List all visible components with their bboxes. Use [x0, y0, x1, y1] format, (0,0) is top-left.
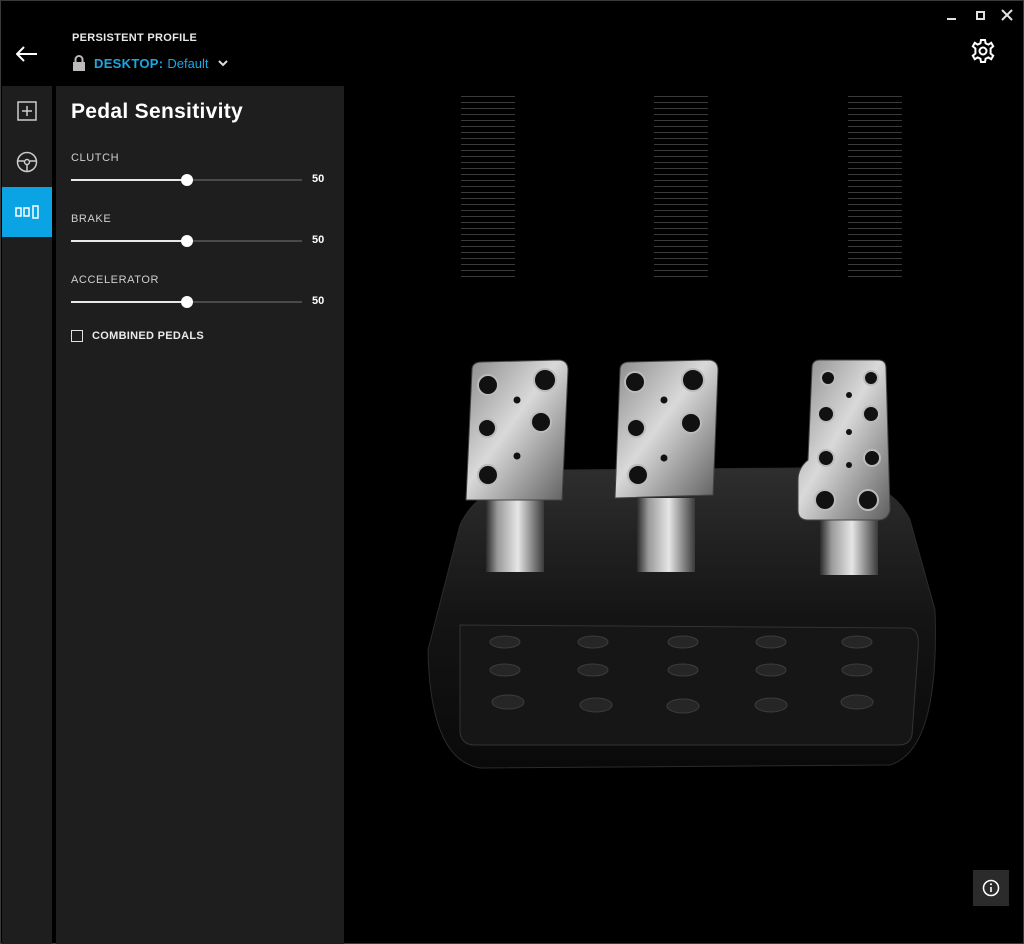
accelerator-slider-fill — [71, 301, 187, 303]
add-icon — [17, 101, 37, 121]
clutch-value: 50 — [312, 173, 325, 185]
pedals-icon — [15, 205, 39, 219]
brake-meter — [654, 96, 708, 280]
back-arrow-icon — [16, 46, 37, 62]
rail-item-add[interactable] — [2, 86, 52, 136]
combined-pedals-checkbox[interactable]: COMBINED PEDALS — [71, 330, 204, 342]
left-rail — [2, 86, 52, 944]
accelerator-label: ACCELERATOR — [71, 274, 160, 286]
panel-title: Pedal Sensitivity — [71, 100, 244, 123]
info-button[interactable] — [973, 870, 1009, 906]
profile-device: DESKTOP: — [94, 55, 164, 71]
clutch-meter — [461, 96, 515, 280]
minimize-icon — [946, 18, 956, 20]
minimize-button[interactable] — [940, 6, 962, 24]
lock-icon — [73, 55, 85, 71]
brake-slider-fill — [71, 240, 187, 242]
rail-item-wheel[interactable] — [2, 137, 52, 187]
accelerator-slider[interactable] — [71, 296, 302, 308]
profile-dropdown[interactable]: DESKTOP: Default — [72, 54, 229, 72]
brake-slider[interactable] — [71, 235, 302, 247]
gear-icon — [971, 39, 995, 63]
back-button[interactable] — [12, 40, 42, 68]
maximize-icon — [975, 10, 985, 20]
steering-wheel-icon — [16, 151, 38, 173]
close-icon — [1001, 9, 1013, 21]
clutch-slider-fill — [71, 179, 187, 181]
chevron-down-icon — [217, 60, 228, 67]
profile-label: PERSISTENT PROFILE — [72, 32, 198, 44]
brake-label: BRAKE — [71, 213, 112, 225]
pedals-illustration — [427, 359, 936, 769]
profile-name: Default — [167, 55, 209, 71]
maximize-button[interactable] — [969, 6, 991, 24]
brake-value: 50 — [312, 234, 325, 246]
accelerator-meter — [848, 96, 902, 280]
settings-button[interactable] — [970, 38, 996, 64]
clutch-slider[interactable] — [71, 174, 302, 186]
pedal-sensitivity-panel: Pedal Sensitivity CLUTCH 50 BRAKE 50 ACC… — [56, 86, 344, 944]
combined-pedals-label: COMBINED PEDALS — [92, 330, 205, 342]
brake-slider-thumb[interactable] — [181, 235, 193, 247]
checkbox-icon — [71, 330, 83, 342]
close-button[interactable] — [996, 6, 1018, 24]
accelerator-value: 50 — [312, 295, 325, 307]
info-icon — [982, 879, 1000, 897]
rail-item-pedals[interactable] — [2, 187, 52, 237]
clutch-slider-thumb[interactable] — [181, 174, 193, 186]
clutch-label: CLUTCH — [71, 152, 120, 164]
accelerator-slider-thumb[interactable] — [181, 296, 193, 308]
